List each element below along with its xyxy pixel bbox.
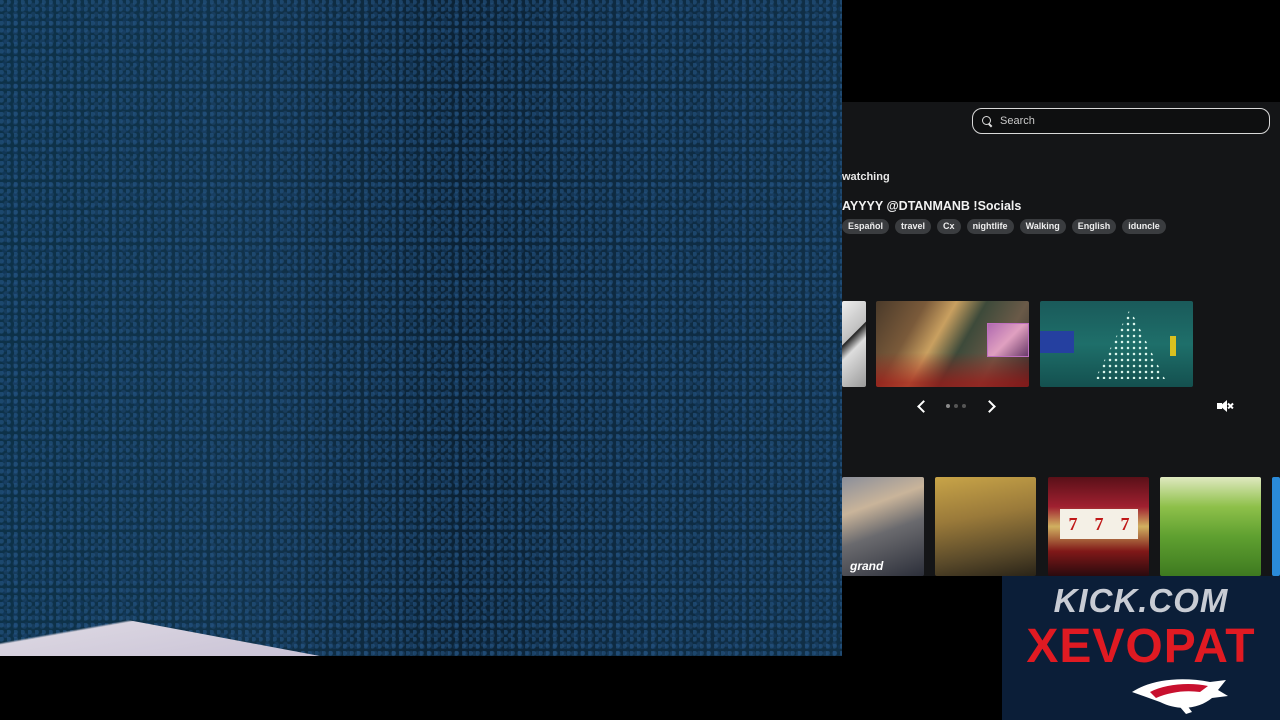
stream-thumbnail[interactable] <box>842 301 866 387</box>
patriots-logo-icon <box>1132 679 1228 714</box>
tag-cx[interactable]: Cx <box>937 219 961 234</box>
chevron-right-icon[interactable] <box>984 399 998 413</box>
tag-iduncle[interactable]: iduncle <box>1122 219 1166 234</box>
volume-muted-icon[interactable] <box>1216 399 1234 413</box>
thumbnail-bar <box>1170 336 1176 356</box>
category-card-label: grand <box>850 559 884 573</box>
slot-seven: 7 <box>1094 513 1104 534</box>
slot-seven: 7 <box>1068 513 1078 534</box>
category-card-slots[interactable]: 7 7 7 <box>1048 477 1149 576</box>
stream-thumbnail[interactable] <box>1040 301 1193 387</box>
site-name: KICK.COM <box>1053 582 1229 619</box>
carousel-dot[interactable] <box>946 404 950 408</box>
thumbnail-side-panel <box>1040 331 1074 353</box>
search-input[interactable] <box>1000 115 1240 127</box>
stream-thumbnail[interactable] <box>876 301 1029 387</box>
stream-tags: Español travel Cx nightlife Walking Engl… <box>842 219 1166 234</box>
kick-browse-panel: watching AYYYY @DTANMANB !Socials Españo… <box>842 102 1280 576</box>
category-card-partial[interactable] <box>1272 477 1280 576</box>
tag-walking[interactable]: Walking <box>1019 219 1066 234</box>
search-bar[interactable] <box>972 108 1270 134</box>
carousel-dots <box>946 404 966 408</box>
viewers-watching-label: watching <box>842 171 890 183</box>
search-icon <box>982 115 993 127</box>
category-card-gta[interactable]: grand <box>842 477 924 576</box>
streamer-cam-overlay <box>987 323 1029 357</box>
channel-overlay-logo: KICK.COM XEVOPAT <box>1002 576 1280 720</box>
tag-english[interactable]: English <box>1071 219 1117 234</box>
slot-seven: 7 <box>1120 513 1130 534</box>
speaker-cone <box>1220 400 1227 412</box>
chevron-left-icon[interactable] <box>914 399 928 413</box>
carousel-navigation <box>914 399 998 413</box>
tag-travel[interactable]: travel <box>895 219 932 234</box>
carousel-dot[interactable] <box>962 404 966 408</box>
channel-name: XEVOPAT <box>1026 620 1256 673</box>
category-card-cod[interactable] <box>935 477 1036 576</box>
carousel-dot[interactable] <box>954 404 958 408</box>
stream-title[interactable]: AYYYY @DTANMANB !Socials <box>842 199 1021 213</box>
top-black-bar <box>842 0 1280 102</box>
webcam-light-streak <box>0 596 320 656</box>
bottom-black-bar <box>0 656 1002 720</box>
category-card-irl[interactable] <box>1160 477 1261 576</box>
webcam-background <box>0 0 842 656</box>
plinko-board <box>1095 309 1165 379</box>
tag-espanol[interactable]: Español <box>842 219 890 234</box>
tag-nightlife[interactable]: nightlife <box>966 219 1014 234</box>
slot-reels: 7 7 7 <box>1060 509 1138 539</box>
